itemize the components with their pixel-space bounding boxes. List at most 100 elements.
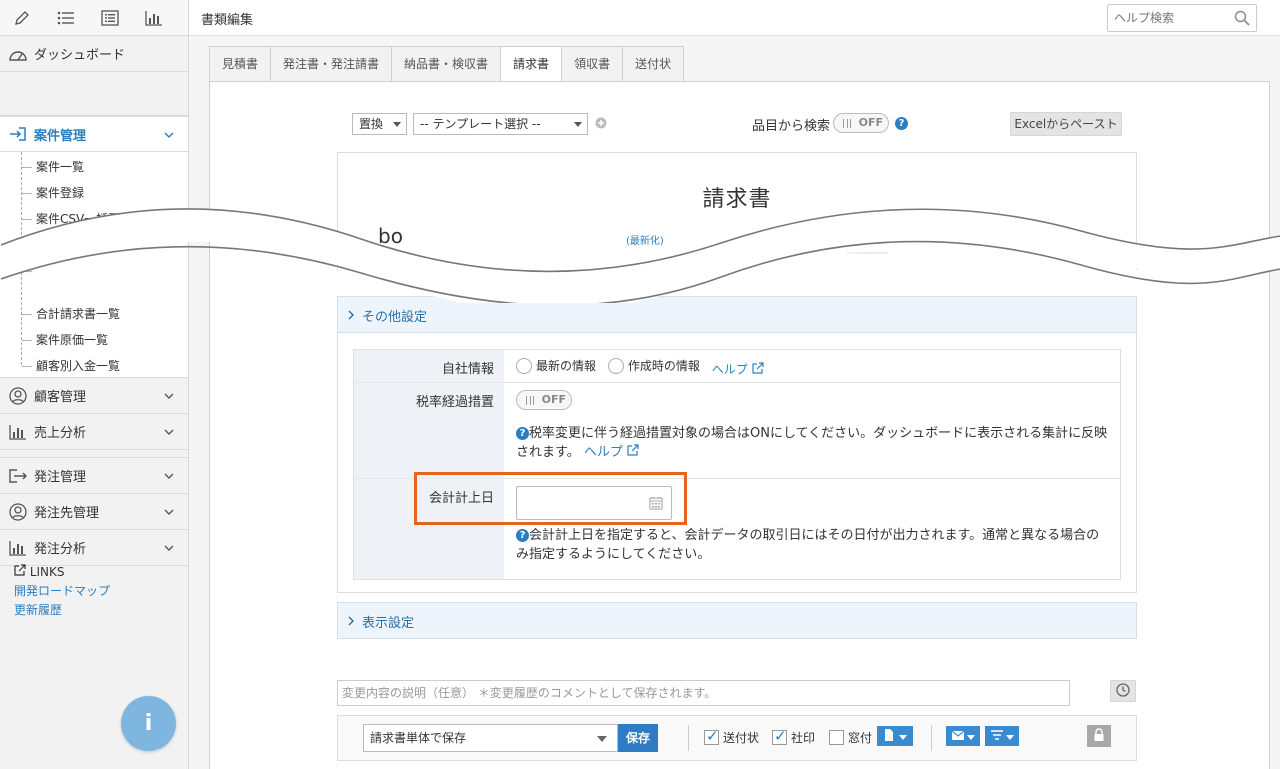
- bar-chart-icon: [8, 538, 28, 558]
- list-icon[interactable]: [44, 1, 88, 35]
- sidebar-divider: [0, 450, 188, 458]
- caret-down-icon: [597, 736, 607, 742]
- file-icon: [884, 728, 894, 744]
- user-circle-icon: [8, 502, 28, 522]
- change-comment-input[interactable]: 変更内容の説明（任意） ＊変更履歴のコメントとして保存されます。: [337, 680, 1070, 706]
- checkbox-label: 社印: [791, 731, 816, 745]
- display-settings-header[interactable]: 表示設定: [337, 602, 1137, 639]
- sidebar-divider: [0, 72, 188, 116]
- checkbox-seal[interactable]: 社印: [772, 727, 816, 746]
- checkbox-cover-letter[interactable]: 送付状: [704, 727, 759, 746]
- info-button[interactable]: i: [121, 696, 176, 751]
- tab-invoice[interactable]: 請求書: [501, 46, 563, 82]
- tab-purchase-order[interactable]: 発注書・発注請書: [271, 46, 393, 82]
- template-select-value: -- テンプレート選択 --: [420, 117, 541, 131]
- sidebar-item-case-management[interactable]: 案件管理: [0, 116, 188, 152]
- toggle-knob: [843, 119, 851, 128]
- sidebar-subitem-payment-list[interactable]: 顧客別入金一覧: [0, 353, 188, 379]
- tab-receipt[interactable]: 領収書: [562, 46, 624, 82]
- acct-note-text: 会計計上日を指定すると、会計データの取引日にはその日付が出力されます。通常と異な…: [516, 528, 1100, 562]
- help-question-icon[interactable]: ?: [895, 117, 908, 130]
- sidebar-subitem-case-list[interactable]: 案件一覧: [0, 154, 188, 180]
- sidebar-subitem-hidden[interactable]: [0, 258, 188, 301]
- toggle-knob: [526, 396, 534, 405]
- clock-icon: [1116, 682, 1130, 700]
- links-title: LINKS: [29, 565, 65, 579]
- sidebar-item-order-analysis[interactable]: 発注分析: [0, 530, 188, 566]
- tax-help-label: ヘルプ: [583, 445, 623, 460]
- topbar: 書類編集: [189, 0, 1280, 36]
- sidebar-item-label: 顧客管理: [34, 390, 87, 405]
- sidebar-subitem-billing-list[interactable]: 請求一覧: [0, 232, 188, 258]
- item-search-toggle[interactable]: OFF: [833, 113, 889, 133]
- sidebar-item-label: 案件管理: [34, 128, 87, 144]
- sidebar-item-order-management[interactable]: 発注管理: [0, 458, 188, 494]
- tax-toggle[interactable]: OFF: [516, 390, 572, 410]
- other-settings-title: その他設定: [362, 310, 428, 325]
- divider: [931, 725, 932, 751]
- checkbox-label: 窓付: [848, 731, 873, 745]
- excel-paste-button[interactable]: Excelからペースト: [1010, 112, 1122, 136]
- checkbox-box: [829, 730, 844, 745]
- help-search-input[interactable]: [1108, 5, 1226, 31]
- sidebar-item-dashboard[interactable]: ダッシュボード: [0, 36, 188, 72]
- document-preview: 請求書 bo (最新化) 請求日 2019 /: [337, 152, 1137, 270]
- tax-note: ? 税率変更に伴う経過措置対象の場合はONにしてください。ダッシュボードに表示され…: [516, 424, 1110, 462]
- caret-down-icon: [574, 122, 582, 127]
- radio-latest[interactable]: 最新の情報: [516, 357, 596, 374]
- plus-circle-icon[interactable]: [595, 117, 607, 132]
- sidebar-item-label: 発注分析: [34, 542, 87, 557]
- refresh-link[interactable]: (最新化): [626, 232, 664, 247]
- company-help-link[interactable]: ヘルプ: [712, 361, 764, 377]
- case-submenu: 案件一覧 案件登録 案件CSV一括登録 請求一覧 合計請求書一覧 案件原価一覧 …: [0, 152, 188, 378]
- sidebar-item-customer-management[interactable]: 顧客管理: [0, 378, 188, 414]
- tab-estimate[interactable]: 見積書: [209, 46, 272, 82]
- mail-dropdown-button[interactable]: [946, 726, 980, 746]
- tab-cover-letter[interactable]: 送付状: [623, 46, 685, 82]
- divider: [688, 725, 689, 751]
- dashboard-icon: [8, 44, 28, 64]
- search-icon[interactable]: [1234, 10, 1250, 29]
- sidebar-subitem-case-register[interactable]: 案件登録: [0, 180, 188, 206]
- save-mode-select[interactable]: 請求書単体で保存: [363, 724, 618, 752]
- sidebar-item-label: 発注管理: [34, 470, 87, 485]
- file-dropdown-button[interactable]: [877, 726, 913, 746]
- other-settings-body: 自社情報 最新の情報 作成時の情報 ヘルプ 税率経過措置 OFF ? 税率変更に…: [337, 333, 1137, 593]
- display-settings-title: 表示設定: [362, 616, 415, 631]
- replace-select[interactable]: 置換: [352, 113, 407, 135]
- template-select[interactable]: -- テンプレート選択 --: [413, 113, 588, 135]
- history-link[interactable]: 更新履歴: [14, 601, 110, 620]
- other-settings-header[interactable]: その他設定: [337, 296, 1137, 333]
- roadmap-link[interactable]: 開発ロードマップ: [14, 582, 110, 601]
- toggle-label: OFF: [858, 116, 883, 129]
- tab-delivery[interactable]: 納品書・検収書: [392, 46, 502, 82]
- tax-help-link[interactable]: ヘルプ: [580, 444, 639, 460]
- filter-dropdown-button[interactable]: [985, 726, 1019, 746]
- list-detail-icon[interactable]: [88, 1, 132, 35]
- sidebar-subitem-cost-list[interactable]: 案件原価一覧: [0, 327, 188, 353]
- caret-down-icon: [1005, 729, 1014, 743]
- sidebar-item-sales-analysis[interactable]: 売上分析: [0, 414, 188, 450]
- radio-latest-label: 最新の情報: [536, 359, 597, 373]
- sidebar-subitem-case-csv[interactable]: 案件CSV一括登録: [0, 206, 188, 232]
- chevron-down-icon: [164, 505, 174, 520]
- pencil-icon[interactable]: [0, 1, 44, 35]
- toggle-label: OFF: [541, 393, 566, 406]
- document-tabs: 見積書 発注書・発注請書 納品書・検収書 請求書 領収書 送付状: [209, 46, 685, 82]
- item-search-label: 品目から検索: [752, 119, 831, 134]
- sidebar-item-supplier-management[interactable]: 発注先管理: [0, 494, 188, 530]
- save-button[interactable]: 保存: [618, 724, 658, 752]
- sidebar-subitem-total-invoice[interactable]: 合計請求書一覧: [0, 301, 188, 327]
- chart-icon[interactable]: [132, 1, 176, 35]
- checkbox-window[interactable]: 窓付: [829, 729, 872, 746]
- radio-created[interactable]: 作成時の情報: [607, 357, 700, 374]
- bar-chart-icon: [8, 422, 28, 442]
- chevron-down-icon: [164, 541, 174, 556]
- history-clock-button[interactable]: [1110, 680, 1136, 702]
- lock-button[interactable]: [1087, 725, 1111, 747]
- replace-select-value: 置換: [359, 117, 384, 131]
- save-mode-value: 請求書単体で保存: [370, 731, 467, 745]
- company-info-row: 自社情報 最新の情報 作成時の情報 ヘルプ: [354, 350, 1120, 383]
- chevron-down-icon: [164, 128, 174, 143]
- external-link-icon: [14, 564, 30, 579]
